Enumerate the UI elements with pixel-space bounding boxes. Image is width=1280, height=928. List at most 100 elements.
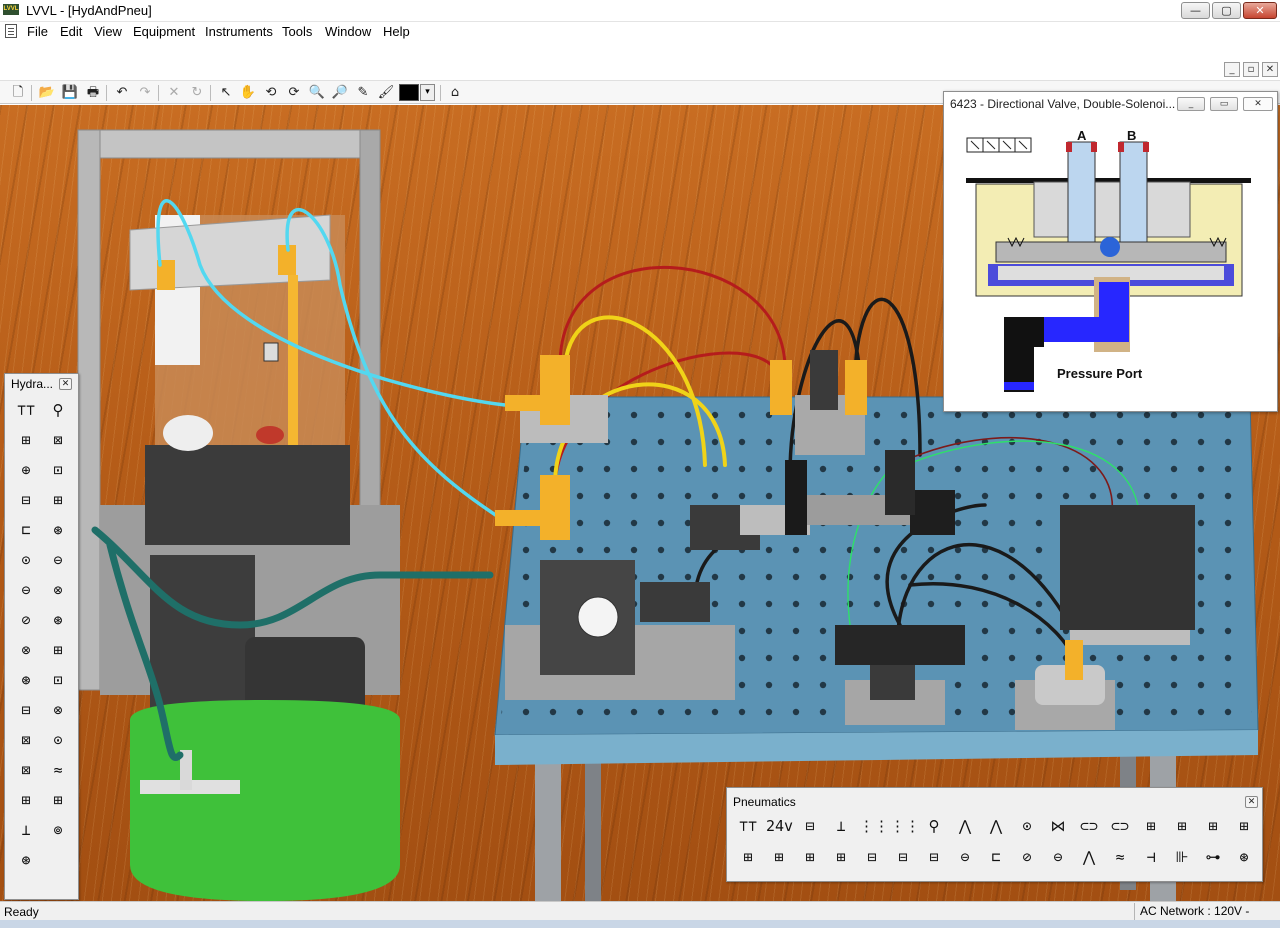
menu-edit[interactable]: Edit <box>60 24 82 39</box>
redo-icon[interactable]: ↷ <box>135 84 155 102</box>
paint-brush-icon[interactable]: 🖌 <box>376 84 396 102</box>
pneumatic-component-icon[interactable]: ⊏ <box>983 845 1009 869</box>
pneumatic-component-icon[interactable]: ⋀ <box>1076 845 1102 869</box>
hydraulic-power-unit[interactable] <box>77 129 400 901</box>
pneumatics-palette-close-button[interactable]: ✕ <box>1245 796 1258 808</box>
pneumatic-component-icon[interactable]: ⋮⋮ <box>890 814 920 838</box>
pneumatic-component-icon[interactable]: ⊞ <box>735 845 761 869</box>
hydraulic-component-icon[interactable]: ⊖ <box>13 578 39 602</box>
hydraulic-component-icon[interactable]: ⊛ <box>45 518 71 542</box>
pneumatic-component-icon[interactable]: ⋮⋮ <box>859 814 889 838</box>
hydraulic-component-icon[interactable]: ⊖ <box>45 548 71 572</box>
valve-detail-window[interactable]: 6423 - Directional Valve, Double-Solenoi… <box>943 91 1278 412</box>
power-switch[interactable] <box>263 342 279 362</box>
reset-icon[interactable]: ↻ <box>187 84 207 102</box>
hydraulic-component-icon[interactable]: ⊚ <box>45 818 71 842</box>
solenoid-manifold[interactable] <box>835 625 965 665</box>
hydraulic-component-icon[interactable]: ⊞ <box>45 488 71 512</box>
hydraulic-component-icon[interactable]: ⊠ <box>13 758 39 782</box>
pneumatic-component-icon[interactable]: ⊟ <box>921 845 947 869</box>
valve-block[interactable] <box>640 582 710 622</box>
hydraulic-component-icon[interactable]: ⊠ <box>45 428 71 452</box>
pneumatics-palette[interactable]: Pneumatics ✕ ⊤⊤ 24v ⊟ ⊥ ⋮⋮ ⋮⋮ ⚲ ⋀ ⋀ ⊙ ⋈ ⊂⊃ ⊂⊃ ⊞ ⊞ ⊞ ⊞ ⊞ ⊞ ⊞… <box>726 787 1263 882</box>
delete-icon[interactable]: ✕ <box>164 84 184 102</box>
pan-hand-icon[interactable]: ✋ <box>238 84 258 102</box>
hydraulic-component-icon[interactable]: ⊞ <box>45 788 71 812</box>
zoom-icon[interactable]: 🔍 <box>307 84 327 102</box>
pneumatic-component-icon[interactable]: ⊣ <box>1138 845 1164 869</box>
hydraulic-component-icon[interactable]: ⊡ <box>45 668 71 692</box>
pneumatic-component-icon[interactable]: ⊞ <box>766 845 792 869</box>
mdi-minimize-button[interactable]: _ <box>1224 62 1240 77</box>
print-icon[interactable]: 🖶 <box>83 84 103 102</box>
hydraulic-component-icon[interactable]: ⊏ <box>13 518 39 542</box>
pneumatic-component-icon[interactable]: ⚲ <box>921 814 947 838</box>
probe-icon[interactable]: ✎ <box>353 84 373 102</box>
menu-window[interactable]: Window <box>325 24 371 39</box>
menu-tools[interactable]: Tools <box>282 24 312 39</box>
pneumatic-component-icon[interactable]: ≈ <box>1107 845 1133 869</box>
pneumatic-component-icon[interactable]: ⊞ <box>1169 814 1195 838</box>
hydraulic-component-icon[interactable]: ⊞ <box>45 638 71 662</box>
hydraulics-palette[interactable]: Hydra... ✕ ⊤⊤ ⚲ ⊞ ⊠ ⊕ ⊡ ⊟ ⊞ ⊏ ⊛ ⊙ ⊖ ⊖ ⊗ ⊘ ⊛ ⊗ ⊞ ⊛ ⊡ ⊟ ⊗ ⊠ ⊙ ⊠ ≈ ⊞ ⊞… <box>4 373 79 900</box>
hydraulic-component-icon[interactable]: ⊞ <box>13 428 39 452</box>
close-button[interactable]: ✕ <box>1243 2 1277 19</box>
pneumatic-component-icon[interactable]: ⊛ <box>1231 845 1257 869</box>
color-swatch[interactable] <box>399 84 419 101</box>
pneumatic-component-icon[interactable]: ⊥ <box>828 814 854 838</box>
hydraulic-component-icon[interactable]: ⊛ <box>13 668 39 692</box>
color-dropdown-icon[interactable]: ▾ <box>420 84 435 101</box>
pneumatic-component-icon[interactable]: ⊟ <box>797 814 823 838</box>
hydraulic-component-icon[interactable]: ⊛ <box>13 848 39 872</box>
orbit-icon[interactable]: ⟳ <box>284 84 304 102</box>
pneumatic-component-icon[interactable]: ⊞ <box>1231 814 1257 838</box>
menu-view[interactable]: View <box>94 24 122 39</box>
menu-instruments[interactable]: Instruments <box>205 24 273 39</box>
menu-help[interactable]: Help <box>383 24 410 39</box>
pneumatic-component-icon[interactable]: ⊘ <box>1014 845 1040 869</box>
hydraulic-component-icon[interactable]: ⊗ <box>45 698 71 722</box>
home-icon[interactable]: ⌂ <box>445 84 465 102</box>
hydraulic-component-icon[interactable]: ⊟ <box>13 488 39 512</box>
pneumatic-component-icon[interactable]: ⊤⊤ <box>735 814 761 838</box>
hydraulic-component-icon[interactable]: ⊛ <box>45 608 71 632</box>
pneumatic-component-icon[interactable]: ⊪ <box>1169 845 1195 869</box>
mdi-close-button[interactable]: ✕ <box>1262 62 1278 77</box>
document-icon[interactable] <box>5 24 17 38</box>
pneumatic-component-icon[interactable]: ⊞ <box>828 845 854 869</box>
select-arrow-icon[interactable]: ↖ <box>216 84 236 102</box>
hydraulic-component-icon[interactable]: ⊞ <box>13 788 39 812</box>
hydraulics-palette-close-button[interactable]: ✕ <box>59 378 72 390</box>
undo-icon[interactable]: ↶ <box>112 84 132 102</box>
hydraulic-component-icon[interactable]: ≈ <box>45 758 71 782</box>
hydraulic-component-icon[interactable]: ⊠ <box>13 728 39 752</box>
pneumatic-component-icon[interactable]: ⊞ <box>1200 814 1226 838</box>
pneumatic-component-icon[interactable]: ⊂⊃ <box>1107 814 1133 838</box>
rotate-icon[interactable]: ⟲ <box>261 84 281 102</box>
hydraulic-component-icon[interactable]: ⊡ <box>45 458 71 482</box>
zoom-region-icon[interactable]: 🔎 <box>330 84 350 102</box>
hydraulic-component-icon[interactable]: ⊙ <box>45 728 71 752</box>
open-folder-icon[interactable]: 📂 <box>37 84 57 102</box>
hydraulic-component-icon[interactable]: ⊕ <box>13 458 39 482</box>
pneumatic-component-icon[interactable]: ⊟ <box>859 845 885 869</box>
hydraulic-component-icon[interactable]: ⊟ <box>13 698 39 722</box>
control-box[interactable] <box>1060 505 1195 630</box>
new-file-icon[interactable]: 🗋 <box>8 84 28 102</box>
mdi-restore-button[interactable]: ▫ <box>1243 62 1259 77</box>
save-icon[interactable]: 💾 <box>60 84 80 102</box>
pneumatic-component-icon[interactable]: ⊞ <box>1138 814 1164 838</box>
menu-file[interactable]: File <box>27 24 48 39</box>
pneumatic-component-icon[interactable]: ⊖ <box>952 845 978 869</box>
pneumatic-component-icon[interactable]: ⊖ <box>1045 845 1071 869</box>
pneumatic-component-icon[interactable]: ⋀ <box>983 814 1009 838</box>
pneumatic-component-icon[interactable]: ⊟ <box>890 845 916 869</box>
pneumatic-component-icon[interactable]: ⋈ <box>1045 814 1071 838</box>
actuator[interactable] <box>810 350 838 410</box>
hydraulic-component-icon[interactable]: ⊥ <box>13 818 39 842</box>
maximize-button[interactable]: ▢ <box>1212 2 1241 19</box>
pneumatic-component-icon[interactable]: ⊶ <box>1200 845 1226 869</box>
pneumatic-component-icon[interactable]: ⊞ <box>797 845 823 869</box>
hydraulic-component-icon[interactable]: ⊗ <box>45 578 71 602</box>
menu-equipment[interactable]: Equipment <box>133 24 195 39</box>
